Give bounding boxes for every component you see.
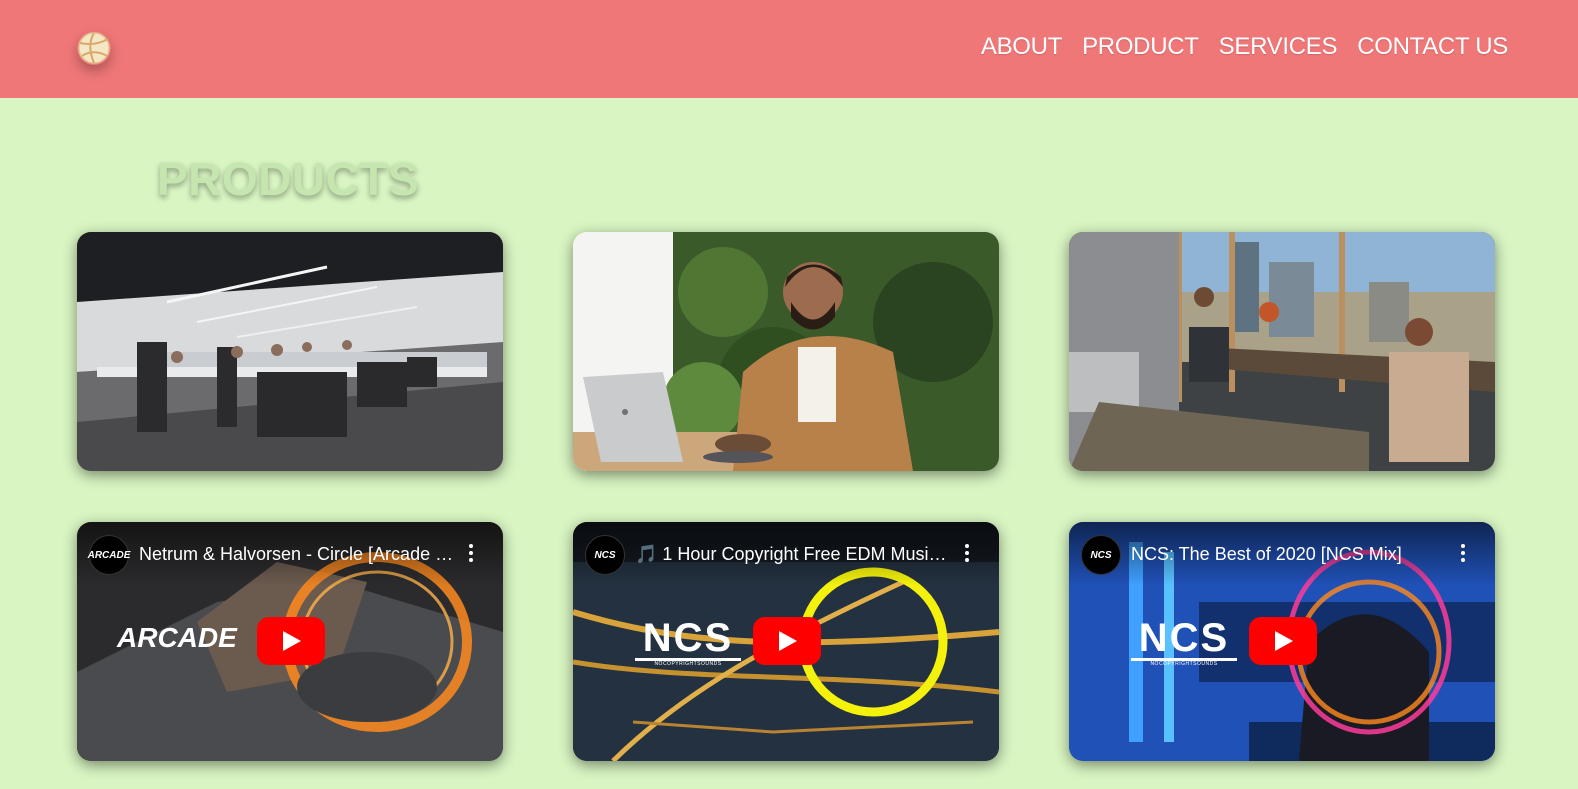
ncs-logo: NCS NOCOPYRIGHTSOUNDS — [1131, 618, 1237, 668]
laptop-image — [573, 232, 999, 471]
video-title[interactable]: NCS: The Best of 2020 [NCS Mix] — [1131, 544, 1449, 565]
volleyball-icon[interactable] — [77, 31, 111, 65]
channel-avatar[interactable]: NCS — [585, 535, 625, 575]
ncs-logo-subtext: NOCOPYRIGHTSOUNDS — [654, 661, 722, 667]
ncs-logo-text: NCS — [1131, 618, 1237, 661]
more-options-icon[interactable] — [465, 544, 477, 564]
nav-contact-link[interactable]: CONTACT US — [1357, 33, 1508, 61]
video-title[interactable]: Netrum & Halvorsen - Circle [Arcade Rele… — [139, 544, 457, 565]
product-image-laptop[interactable] — [573, 232, 999, 471]
navbar: ABOUT PRODUCT SERVICES CONTACT US — [0, 0, 1578, 98]
more-options-icon[interactable] — [1457, 544, 1469, 564]
page-title: PRODUCTS — [157, 153, 420, 205]
ncs-logo: NCS NOCOPYRIGHTSOUNDS — [635, 618, 741, 668]
play-button[interactable] — [1249, 617, 1317, 665]
product-image-coworking[interactable] — [1069, 232, 1495, 471]
nav-services-link[interactable]: SERVICES — [1219, 33, 1338, 61]
nav-about-link[interactable]: ABOUT — [981, 33, 1062, 61]
channel-avatar[interactable]: ARCADE — [88, 535, 130, 575]
channel-brand-text: ARCADE — [117, 622, 237, 653]
play-button[interactable] — [753, 617, 821, 665]
video-embed-arcade[interactable]: ARCADE Netrum & Halvorsen - Circle [Arca… — [77, 522, 503, 761]
office-image — [77, 232, 503, 471]
coworking-image — [1069, 232, 1495, 471]
ncs-logo-text: NCS — [635, 618, 741, 661]
video-embed-ncs-2020[interactable]: NCS NCS: The Best of 2020 [NCS Mix] NCS … — [1069, 522, 1495, 761]
play-button[interactable] — [257, 617, 325, 665]
nav-product-link[interactable]: PRODUCT — [1082, 33, 1199, 61]
product-image-office[interactable] — [77, 232, 503, 471]
nav-links: ABOUT PRODUCT SERVICES CONTACT US — [981, 33, 1508, 61]
ncs-logo-subtext: NOCOPYRIGHTSOUNDS — [1150, 661, 1218, 667]
video-embed-ncs-edm[interactable]: NCS 🎵 1 Hour Copyright Free EDM Music Mi… — [573, 522, 999, 761]
video-title[interactable]: 🎵 1 Hour Copyright Free EDM Music Mix — [635, 544, 953, 565]
channel-avatar[interactable]: NCS — [1081, 535, 1121, 575]
more-options-icon[interactable] — [961, 544, 973, 564]
